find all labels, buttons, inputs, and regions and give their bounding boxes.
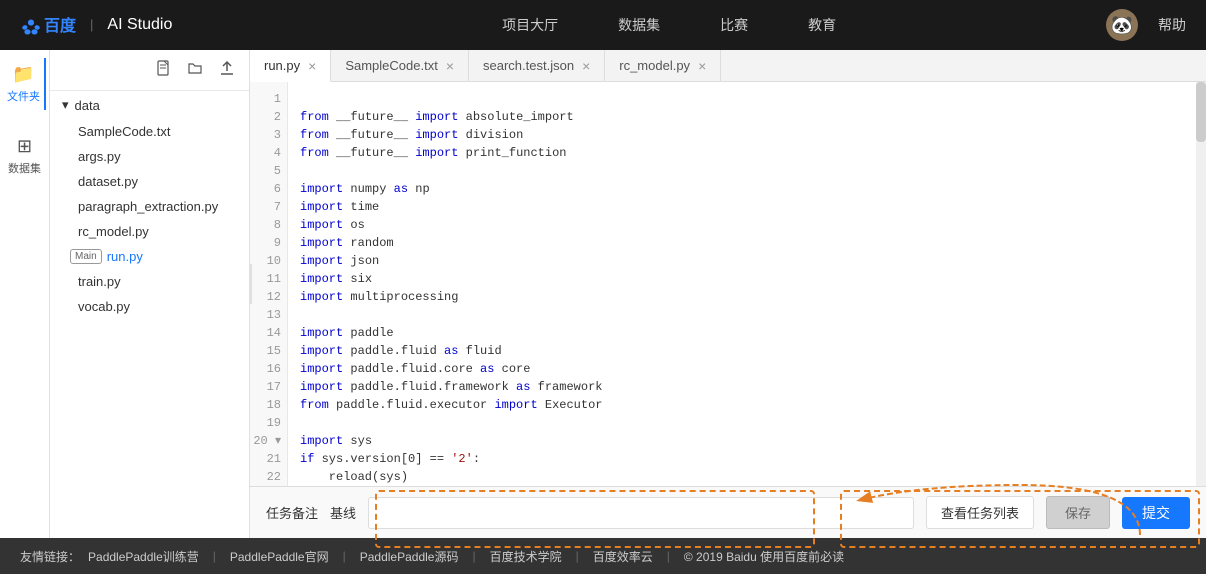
view-tasks-button[interactable]: 查看任务列表: [926, 496, 1034, 529]
task-note-label: 任务备注: [266, 503, 318, 522]
file-panel: ▾ data SampleCode.txt args.py dataset.py…: [50, 50, 250, 538]
help-link[interactable]: 帮助: [1158, 15, 1186, 35]
nav-datasets[interactable]: 数据集: [618, 15, 660, 35]
list-item[interactable]: train.py: [50, 269, 249, 294]
topbar-right: 🐼 帮助: [1106, 9, 1186, 41]
footer-link-4[interactable]: 百度效率云: [593, 548, 653, 565]
file-tree: ▾ data SampleCode.txt args.py dataset.py…: [50, 91, 249, 319]
run-py-row[interactable]: Main run.py: [50, 244, 249, 269]
code-content[interactable]: from __future__ import absolute_import f…: [288, 82, 1206, 486]
list-item[interactable]: dataset.py: [50, 169, 249, 194]
line-numbers: 1 2 3 4 5 6 7 8 9 10 11 12 13 14 15 16 1: [250, 82, 288, 486]
list-item[interactable]: args.py: [50, 144, 249, 169]
file-panel-header: [50, 50, 249, 91]
footer-link-1[interactable]: PaddlePaddle官网: [230, 548, 329, 565]
sidebar-icon-datasets[interactable]: ⊞ 数据集: [4, 130, 45, 182]
close-icon[interactable]: ×: [446, 59, 454, 73]
main-badge: Main: [70, 249, 102, 264]
footer: 友情链接： PaddlePaddle训练营 | PaddlePaddle官网 |…: [0, 538, 1206, 574]
folder-icon: 📁: [12, 64, 34, 85]
tab-label: run.py: [264, 58, 300, 73]
footer-copyright: © 2019 Baidu 使用百度前必读: [684, 548, 844, 565]
close-icon[interactable]: ×: [582, 59, 590, 73]
logo-divider: |: [90, 17, 93, 32]
folder-data[interactable]: ▾ data: [50, 91, 249, 119]
sidebar-icon-files[interactable]: 📁 文件夹: [3, 58, 46, 110]
logo: 百度 | AI Studio: [20, 12, 172, 38]
baseline-label: 基线: [330, 503, 356, 522]
list-item[interactable]: paragraph_extraction.py: [50, 194, 249, 219]
footer-link-3[interactable]: 百度技术学院: [490, 548, 562, 565]
left-tab-icons: 📁 文件夹 ⊞ 数据集: [0, 50, 50, 538]
list-item[interactable]: vocab.py: [50, 294, 249, 319]
new-file-btn[interactable]: [151, 58, 175, 82]
tab-run-py[interactable]: run.py ×: [250, 50, 331, 82]
nav-education[interactable]: 教育: [808, 15, 836, 35]
save-button[interactable]: 保存: [1046, 496, 1110, 529]
dataset-icon: ⊞: [17, 136, 32, 157]
submit-button[interactable]: 提交: [1122, 497, 1190, 529]
close-icon[interactable]: ×: [698, 59, 706, 73]
left-section: 📁 文件夹 ⊞ 数据集: [0, 50, 250, 538]
avatar[interactable]: 🐼: [1106, 9, 1138, 41]
tab-label: rc_model.py: [619, 58, 690, 73]
tab-search-test[interactable]: search.test.json ×: [469, 50, 605, 81]
footer-prefix: 友情链接：: [20, 548, 80, 565]
close-icon[interactable]: ×: [308, 59, 316, 73]
scrollbar[interactable]: [1196, 82, 1206, 486]
tab-label: search.test.json: [483, 58, 574, 73]
folder-name: data: [75, 98, 100, 113]
collapse-panel-btn[interactable]: ◀: [250, 264, 252, 304]
editor-area: run.py × SampleCode.txt × search.test.js…: [250, 50, 1206, 538]
tab-label: SampleCode.txt: [345, 58, 438, 73]
topbar: 百度 | AI Studio 项目大厅 数据集 比赛 教育 🐼 帮助: [0, 0, 1206, 50]
upload-btn[interactable]: [215, 58, 239, 82]
logo-aistudio: AI Studio: [107, 16, 172, 34]
code-editor: ◀ 1 2 3 4 5 6 7 8 9 10 11 12 13 14 15: [250, 82, 1206, 486]
run-py-label: run.py: [107, 249, 143, 264]
sidebar-label-datasets: 数据集: [8, 160, 41, 176]
bottom-bar: 任务备注 基线 查看任务列表 保存 提交: [250, 486, 1206, 538]
tab-rc-model[interactable]: rc_model.py ×: [605, 50, 721, 81]
list-item[interactable]: SampleCode.txt: [50, 119, 249, 144]
sidebar-label-files: 文件夹: [7, 88, 40, 104]
topbar-nav: 项目大厅 数据集 比赛 教育: [232, 15, 1106, 35]
list-item[interactable]: rc_model.py: [50, 219, 249, 244]
footer-link-0[interactable]: PaddlePaddle训练营: [88, 548, 199, 565]
new-folder-btn[interactable]: [183, 58, 207, 82]
scrollbar-thumb[interactable]: [1196, 82, 1206, 142]
nav-competition[interactable]: 比赛: [720, 15, 748, 35]
footer-link-2[interactable]: PaddlePaddle源码: [360, 548, 459, 565]
tab-samplecode[interactable]: SampleCode.txt ×: [331, 50, 469, 81]
logo-baidu: 百度: [20, 12, 76, 38]
chevron-down-icon: ▾: [62, 97, 69, 113]
nav-projects[interactable]: 项目大厅: [502, 15, 558, 35]
editor-tabs: run.py × SampleCode.txt × search.test.js…: [250, 50, 1206, 82]
task-input[interactable]: [368, 497, 914, 529]
